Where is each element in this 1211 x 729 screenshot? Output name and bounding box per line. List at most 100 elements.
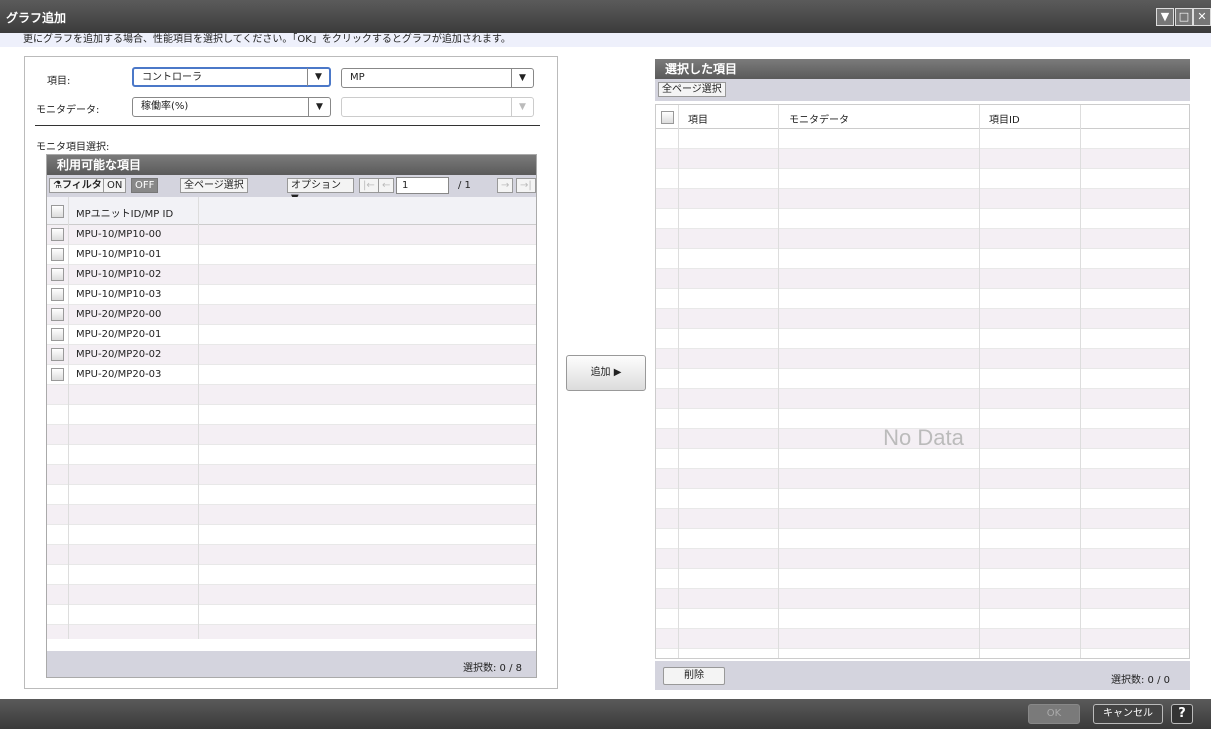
table-row bbox=[656, 649, 1189, 658]
column-header-mp-id: MPユニットID/MP ID bbox=[76, 209, 174, 220]
row-checkbox[interactable] bbox=[51, 368, 64, 381]
bottom-bar: OK キャンセル ? bbox=[0, 699, 1211, 729]
available-toolbar: ⚗フィルタ ON OFF 全ページ選択 オプション ▼ |← ← 1 / 1 →… bbox=[47, 175, 536, 204]
table-row bbox=[656, 609, 1189, 629]
table-row bbox=[47, 485, 536, 505]
table-row[interactable]: MPU-20/MP20-00 bbox=[47, 305, 536, 325]
delete-button[interactable]: 削除 bbox=[663, 667, 725, 685]
row-mp-id: MPU-20/MP20-00 bbox=[76, 309, 162, 320]
column-divider bbox=[979, 105, 980, 658]
row-mp-id: MPU-10/MP10-00 bbox=[76, 229, 162, 240]
chevron-down-icon: ▼ bbox=[511, 98, 533, 116]
table-row[interactable]: MPU-10/MP10-03 bbox=[47, 285, 536, 305]
page-number-input[interactable]: 1 bbox=[396, 177, 449, 194]
table-row bbox=[656, 369, 1189, 389]
column-divider bbox=[68, 197, 69, 639]
table-row bbox=[656, 229, 1189, 249]
table-row[interactable]: MPU-10/MP10-02 bbox=[47, 265, 536, 285]
table-row[interactable]: MPU-10/MP10-00 bbox=[47, 225, 536, 245]
chevron-down-icon: ▼ bbox=[511, 69, 533, 87]
row-mp-id: MPU-10/MP10-02 bbox=[76, 269, 162, 280]
options-button[interactable]: オプション ▼ bbox=[287, 178, 354, 204]
filter-label: フィルタ bbox=[61, 180, 102, 191]
table-row[interactable]: MPU-20/MP20-03 bbox=[47, 365, 536, 385]
table-row bbox=[656, 329, 1189, 349]
item-dropdown-value: コントローラ bbox=[142, 72, 202, 83]
column-divider bbox=[198, 197, 199, 639]
table-row bbox=[47, 525, 536, 545]
select-all-pages-button[interactable]: 全ページ選択 bbox=[180, 178, 248, 193]
selected-items-header: 選択した項目 bbox=[655, 59, 1190, 79]
pin-icon[interactable]: ▼ bbox=[1156, 8, 1174, 26]
available-items-table: 利用可能な項目 ⚗フィルタ ON OFF 全ページ選択 オプション ▼ |← ←… bbox=[46, 154, 537, 678]
table-row bbox=[47, 425, 536, 445]
next-page-icon[interactable]: → bbox=[497, 178, 514, 193]
column-divider bbox=[778, 105, 779, 658]
filter-button[interactable]: ⚗フィルタ bbox=[49, 178, 106, 193]
table-row bbox=[47, 545, 536, 565]
row-mp-id: MPU-10/MP10-03 bbox=[76, 289, 162, 300]
table-row bbox=[47, 565, 536, 585]
table-row bbox=[47, 465, 536, 485]
prev-page-icon[interactable]: ← bbox=[378, 178, 395, 193]
table-row bbox=[656, 149, 1189, 169]
item2-dropdown[interactable]: MP ▼ bbox=[341, 68, 534, 88]
table-row bbox=[656, 569, 1189, 589]
table-row bbox=[656, 469, 1189, 489]
selected-toolbar: 全ページ選択 bbox=[655, 79, 1190, 101]
monitor-data-label: モニタデータ: bbox=[36, 105, 100, 116]
cancel-button[interactable]: キャンセル bbox=[1093, 704, 1163, 724]
select-all-checkbox[interactable] bbox=[51, 205, 64, 218]
selected-select-all-pages-button[interactable]: 全ページ選択 bbox=[658, 82, 726, 97]
row-mp-id: MPU-10/MP10-01 bbox=[76, 249, 162, 260]
selected-select-all-checkbox[interactable] bbox=[661, 111, 674, 124]
help-button[interactable]: ? bbox=[1171, 704, 1193, 724]
column-header-row: MPユニットID/MP ID bbox=[47, 197, 536, 225]
add-button[interactable]: 追加 ▶ bbox=[566, 355, 646, 391]
table-row bbox=[47, 605, 536, 625]
page-total: / 1 bbox=[458, 180, 471, 191]
ok-button[interactable]: OK bbox=[1028, 704, 1080, 724]
table-row bbox=[47, 445, 536, 465]
item-dropdown[interactable]: コントローラ ▼ bbox=[132, 67, 331, 87]
column-header-item-id: 項目ID bbox=[989, 115, 1020, 126]
monitor-select-label: モニタ項目選択: bbox=[36, 142, 110, 153]
row-checkbox[interactable] bbox=[51, 348, 64, 361]
row-mp-id: MPU-20/MP20-03 bbox=[76, 369, 162, 380]
monitor-data-dropdown[interactable]: 稼働率(%) ▼ bbox=[132, 97, 331, 117]
selected-grid: 項目 モニタデータ 項目ID No Data bbox=[655, 104, 1190, 659]
table-row bbox=[656, 209, 1189, 229]
selected-footer: 削除 選択数: 0 / 0 bbox=[655, 661, 1190, 690]
row-checkbox[interactable] bbox=[51, 328, 64, 341]
table-row[interactable]: MPU-20/MP20-01 bbox=[47, 325, 536, 345]
first-page-icon[interactable]: |← bbox=[359, 178, 379, 193]
row-checkbox[interactable] bbox=[51, 228, 64, 241]
column-divider bbox=[1080, 105, 1081, 658]
chevron-down-icon: ▼ bbox=[307, 68, 329, 86]
table-row bbox=[656, 589, 1189, 609]
close-icon[interactable]: ✕ bbox=[1193, 8, 1211, 26]
monitor-data-dropdown-value: 稼働率(%) bbox=[141, 101, 189, 112]
table-row bbox=[47, 625, 536, 639]
table-row[interactable]: MPU-10/MP10-01 bbox=[47, 245, 536, 265]
no-data-text: No Data bbox=[883, 425, 964, 450]
row-checkbox[interactable] bbox=[51, 248, 64, 261]
selected-count: 選択数: 0 / 0 bbox=[1111, 675, 1170, 686]
selected-column-header-row: 項目 モニタデータ 項目ID bbox=[656, 105, 1189, 129]
last-page-icon[interactable]: →| bbox=[516, 178, 536, 193]
table-row bbox=[656, 249, 1189, 269]
table-row[interactable]: MPU-20/MP20-02 bbox=[47, 345, 536, 365]
row-checkbox[interactable] bbox=[51, 268, 64, 281]
row-checkbox[interactable] bbox=[51, 288, 64, 301]
window-title: グラフ追加 bbox=[6, 11, 67, 25]
table-row bbox=[656, 309, 1189, 329]
row-checkbox[interactable] bbox=[51, 308, 64, 321]
table-row bbox=[656, 529, 1189, 549]
maximize-icon[interactable]: □ bbox=[1175, 8, 1193, 26]
table-row bbox=[47, 385, 536, 405]
monitor-data2-dropdown: ▼ bbox=[341, 97, 534, 117]
filter-on-button[interactable]: ON bbox=[103, 178, 127, 193]
options-label: オプション bbox=[291, 180, 341, 191]
table-row bbox=[656, 349, 1189, 369]
filter-off-button[interactable]: OFF bbox=[131, 178, 159, 193]
